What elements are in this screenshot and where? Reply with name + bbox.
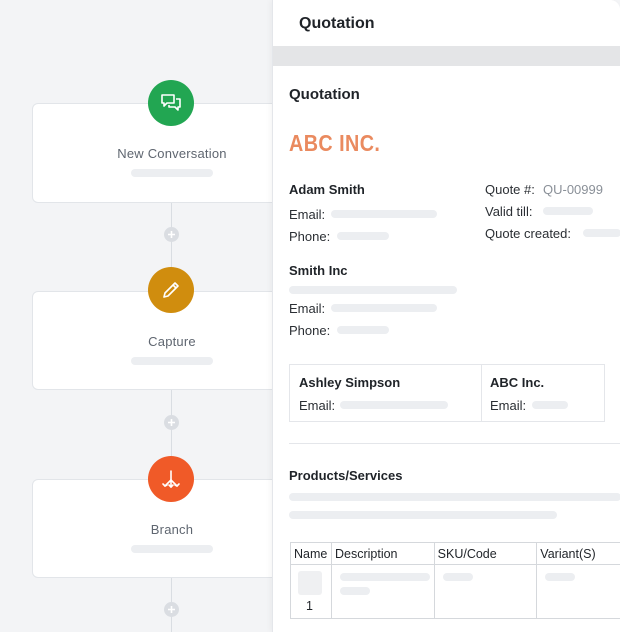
node-placeholder bbox=[131, 545, 213, 553]
divider bbox=[481, 365, 482, 421]
contact-phone-value bbox=[337, 232, 389, 240]
sku-placeholder bbox=[442, 573, 473, 581]
quotation-panel: Quotation Quotation ABC INC. Adam Smith … bbox=[272, 0, 620, 632]
contact-phone-label: Phone: bbox=[289, 229, 331, 244]
party-email-label: Email: bbox=[299, 398, 336, 413]
party-email-value bbox=[532, 401, 568, 409]
pencil-icon[interactable] bbox=[148, 267, 194, 313]
customer-phone-label: Phone: bbox=[289, 323, 331, 338]
column-header-sku: SKU/Code bbox=[433, 542, 538, 565]
add-step-button[interactable] bbox=[164, 415, 179, 430]
quote-created-value bbox=[583, 229, 620, 237]
customer-name: Smith Inc bbox=[289, 263, 348, 278]
column-header-name: Name bbox=[290, 542, 332, 565]
customer-email-label: Email: bbox=[289, 301, 326, 316]
node-label: Branch bbox=[150, 522, 194, 537]
table-row[interactable]: 1 bbox=[290, 564, 620, 619]
row-variant-cell bbox=[536, 564, 620, 619]
customer-phone-value bbox=[337, 326, 389, 334]
node-label: Capture bbox=[148, 334, 196, 349]
product-thumbnail bbox=[298, 571, 322, 595]
parties-box: Ashley Simpson Email: ABC Inc. Email: bbox=[289, 364, 605, 422]
panel-title: Quotation bbox=[299, 15, 375, 32]
description-placeholder bbox=[339, 587, 370, 595]
section-divider bbox=[289, 443, 620, 444]
node-placeholder bbox=[131, 169, 213, 177]
panel-toolbar bbox=[273, 46, 620, 66]
workflow-canvas: New Conversation Capture Branch bbox=[0, 0, 312, 632]
company-logo: ABC INC. bbox=[289, 130, 381, 156]
description-placeholder bbox=[339, 573, 430, 581]
customer-address bbox=[289, 286, 457, 294]
branch-icon[interactable] bbox=[148, 456, 194, 502]
products-description-line bbox=[289, 511, 557, 519]
customer-email-value bbox=[331, 304, 437, 312]
products-description-line bbox=[289, 493, 620, 501]
node-placeholder bbox=[131, 357, 213, 365]
add-step-button[interactable] bbox=[164, 227, 179, 242]
node-label: New Conversation bbox=[117, 146, 227, 161]
quote-number-value: QU-00999 bbox=[543, 182, 603, 197]
quote-number-label: Quote #: bbox=[485, 182, 535, 197]
panel-header: Quotation bbox=[273, 0, 620, 46]
party-email-label: Email: bbox=[490, 398, 527, 413]
products-table: Name Description SKU/Code Variant(S) 1 bbox=[290, 542, 620, 619]
contact-name: Adam Smith bbox=[289, 182, 365, 197]
row-description-cell bbox=[330, 564, 435, 619]
row-sku-cell bbox=[433, 564, 538, 619]
party-name: ABC Inc. bbox=[490, 375, 545, 390]
table-header-row: Name Description SKU/Code Variant(S) bbox=[290, 542, 620, 565]
party-email-value bbox=[340, 401, 448, 409]
valid-till-label: Valid till: bbox=[485, 204, 533, 219]
valid-till-value bbox=[543, 207, 593, 215]
contact-email-value bbox=[331, 210, 437, 218]
quotation-document: Quotation ABC INC. Adam Smith Email: Pho… bbox=[273, 66, 620, 632]
row-name-cell: 1 bbox=[290, 564, 332, 619]
chat-icon[interactable] bbox=[148, 80, 194, 126]
party-name: Ashley Simpson bbox=[299, 375, 401, 390]
column-header-description: Description bbox=[330, 542, 435, 565]
row-index: 1 bbox=[306, 599, 313, 613]
products-section-title: Products/Services bbox=[289, 468, 403, 483]
column-header-variant: Variant(S) bbox=[536, 542, 620, 565]
contact-email-label: Email: bbox=[289, 207, 326, 222]
add-step-button[interactable] bbox=[164, 602, 179, 617]
variant-placeholder bbox=[545, 573, 576, 581]
quote-created-label: Quote created: bbox=[485, 226, 571, 241]
document-title: Quotation bbox=[289, 86, 360, 103]
